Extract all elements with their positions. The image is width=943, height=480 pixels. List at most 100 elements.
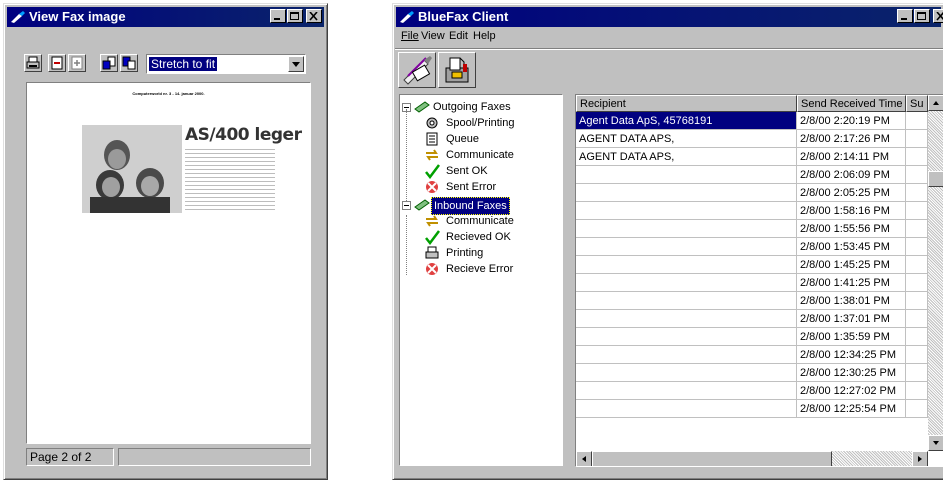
subject-cell: [906, 184, 928, 202]
recipient-cell: [576, 346, 797, 364]
time-cell: 2/8/00 2:06:09 PM: [797, 166, 906, 184]
table-row[interactable]: 2/8/00 12:27:02 PM: [576, 382, 928, 400]
next-page-button[interactable]: [120, 54, 138, 72]
fit-mode-dropdown-button[interactable]: [288, 56, 304, 72]
maximize-icon: [917, 12, 926, 20]
next-page-icon: [122, 56, 136, 70]
subject-cell: [906, 292, 928, 310]
scroll-up-button[interactable]: [928, 95, 943, 111]
tree-sent-ok-label: Sent OK: [446, 165, 488, 177]
table-row[interactable]: 2/8/00 2:05:25 PM: [576, 184, 928, 202]
receive-fax-button[interactable]: [438, 52, 476, 88]
scroll-down-button[interactable]: [928, 435, 943, 451]
table-row[interactable]: 2/8/00 1:55:56 PM: [576, 220, 928, 238]
checkmark-icon: [425, 164, 440, 179]
subject-cell: [906, 274, 928, 292]
client-close-button[interactable]: [933, 9, 943, 23]
close-icon: [309, 12, 318, 21]
table-row[interactable]: 2/8/00 1:53:45 PM: [576, 238, 928, 256]
close-button[interactable]: [306, 9, 322, 23]
column-header-recipient[interactable]: Recipient: [576, 95, 797, 112]
fax-page-header: Computerworld nr. 3 - 14. januar 2000.: [132, 91, 205, 96]
table-row[interactable]: 2/8/00 1:37:01 PM: [576, 310, 928, 328]
send-fax-button[interactable]: [398, 52, 436, 88]
subject-cell: [906, 382, 928, 400]
vertical-scrollbar[interactable]: [928, 95, 943, 451]
horizontal-scrollbar[interactable]: [576, 451, 928, 466]
zoom-in-button[interactable]: [68, 54, 86, 72]
subject-cell: [906, 112, 928, 130]
tree-received-ok-label: Recieved OK: [446, 231, 511, 243]
zoom-out-button[interactable]: [48, 54, 66, 72]
subject-cell: [906, 400, 928, 418]
time-cell: 2/8/00 2:17:26 PM: [797, 130, 906, 148]
time-cell: 2/8/00 1:45:25 PM: [797, 256, 906, 274]
menu-file[interactable]: File: [401, 30, 419, 42]
client-titlebar[interactable]: BlueFax Client: [396, 7, 943, 27]
time-cell: 2/8/00 12:27:02 PM: [797, 382, 906, 400]
menu-edit[interactable]: Edit: [449, 30, 468, 42]
fax-page-area[interactable]: Computerworld nr. 3 - 14. januar 2000. A…: [26, 82, 311, 444]
fax-machine-icon: [445, 57, 469, 83]
menu-view[interactable]: View: [421, 30, 445, 42]
tree-outgoing-faxes[interactable]: Outgoing Faxes: [402, 99, 552, 115]
table-row[interactable]: 2/8/00 1:45:25 PM: [576, 256, 928, 274]
status-page-panel: Page 2 of 2: [26, 448, 114, 466]
time-cell: 2/8/00 2:05:25 PM: [797, 184, 906, 202]
send-fax-icon: [403, 56, 432, 85]
subject-cell: [906, 256, 928, 274]
client-maximize-button[interactable]: [914, 9, 930, 23]
tree-queue-label: Queue: [446, 133, 480, 145]
table-row[interactable]: AGENT DATA APS, 2/8/00 2:17:26 PM: [576, 130, 928, 148]
menu-help[interactable]: Help: [473, 30, 496, 42]
column-header-subject[interactable]: Su: [906, 95, 928, 112]
subject-cell: [906, 238, 928, 256]
previous-page-icon: [102, 56, 116, 70]
previous-page-button[interactable]: [100, 54, 118, 72]
tree-inbound-faxes[interactable]: Inbound Faxes: [402, 197, 552, 215]
recipient-cell: [576, 364, 797, 382]
tree-spool-label: Spool/Printing: [446, 117, 515, 129]
fax-list[interactable]: Recipient Send Received Time Su Agent Da…: [575, 94, 943, 467]
printer-icon: [26, 56, 40, 69]
scroll-left-button[interactable]: [576, 451, 592, 466]
table-row[interactable]: 2/8/00 1:38:01 PM: [576, 292, 928, 310]
table-row[interactable]: Agent Data ApS, 45768191 2/8/00 2:20:19 P…: [576, 112, 928, 130]
time-cell: 2/8/00 12:30:25 PM: [797, 364, 906, 382]
subject-cell: [906, 346, 928, 364]
fax-rows: Agent Data ApS, 45768191 2/8/00 2:20:19 P…: [576, 112, 928, 452]
maximize-button[interactable]: [287, 9, 303, 23]
table-row[interactable]: 2/8/00 1:35:59 PM: [576, 328, 928, 346]
column-header-time[interactable]: Send Received Time: [797, 95, 906, 112]
tree-communicate-in-label: Communicate: [446, 215, 514, 227]
status-page-text: Page 2 of 2: [30, 450, 92, 464]
time-cell: 2/8/00 12:34:25 PM: [797, 346, 906, 364]
bluefax-client-window: BlueFax Client File View Edit Help Outgo…: [392, 3, 943, 480]
minimize-button[interactable]: [270, 9, 286, 23]
table-row[interactable]: 2/8/00 12:30:25 PM: [576, 364, 928, 382]
print-button[interactable]: [24, 54, 42, 72]
time-cell: 2/8/00 1:38:01 PM: [797, 292, 906, 310]
fit-mode-select[interactable]: Stretch to fit: [146, 54, 306, 74]
folder-tree[interactable]: Outgoing Faxes Spool/Printing Queue Comm…: [399, 94, 563, 466]
recipient-cell: [576, 400, 797, 418]
recipient-cell: [576, 328, 797, 346]
table-row[interactable]: 2/8/00 12:25:54 PM: [576, 400, 928, 418]
scroll-thumb[interactable]: [928, 171, 943, 187]
subject-cell: [906, 148, 928, 166]
tree-line-outgoing: [406, 109, 407, 209]
communicate-icon: [426, 149, 438, 161]
tree-receive-error-label: Recieve Error: [446, 263, 514, 275]
table-row[interactable]: 2/8/00 12:34:25 PM: [576, 346, 928, 364]
viewer-titlebar[interactable]: View Fax image: [7, 7, 324, 27]
table-row[interactable]: 2/8/00 1:41:25 PM: [576, 274, 928, 292]
table-row[interactable]: 2/8/00 1:58:16 PM: [576, 202, 928, 220]
subject-cell: [906, 202, 928, 220]
horizontal-scroll-thumb[interactable]: [592, 451, 832, 466]
subject-cell: [906, 310, 928, 328]
table-row[interactable]: 2/8/00 2:06:09 PM: [576, 166, 928, 184]
scroll-right-button[interactable]: [912, 451, 928, 466]
client-minimize-button[interactable]: [897, 9, 913, 23]
table-row[interactable]: AGENT DATA APS, 2/8/00 2:14:11 PM: [576, 148, 928, 166]
recipient-cell: [576, 382, 797, 400]
